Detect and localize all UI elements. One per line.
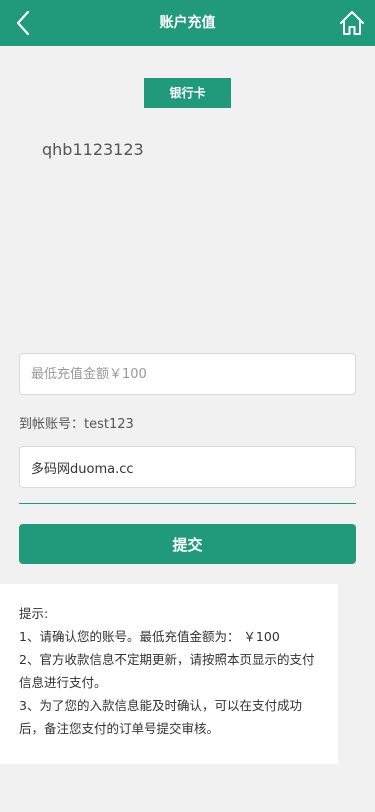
tips-panel: 提示: 1、请确认您的账号。最低充值金额为： ￥100 2、官方收款信息不定期更… (0, 584, 338, 764)
tips-title: 提示: (19, 606, 49, 621)
to-account-label: 到帐账号：test123 (19, 417, 134, 432)
remark-input[interactable] (19, 446, 356, 488)
app-header: 账户充值 (0, 0, 375, 46)
tips-line: 3、为了您的入款信息能及时确认，可以在支付成功后，备注您支付的订单号提交审核。 (19, 698, 302, 736)
tips-line: 2、官方收款信息不定期更新，请按照本页显示的支付信息进行支付。 (19, 652, 315, 690)
account-name: qhb1123123 (42, 140, 144, 159)
divider (19, 503, 356, 504)
home-button[interactable] (338, 9, 366, 37)
amount-input[interactable] (19, 353, 356, 395)
submit-button[interactable]: 提交 (19, 524, 356, 564)
home-icon (340, 11, 364, 35)
tab-bank-card[interactable]: 银行卡 (144, 78, 231, 108)
page-title: 账户充值 (159, 15, 216, 31)
tips-line: 1、请确认您的账号。最低充值金额为： ￥100 (19, 629, 280, 644)
